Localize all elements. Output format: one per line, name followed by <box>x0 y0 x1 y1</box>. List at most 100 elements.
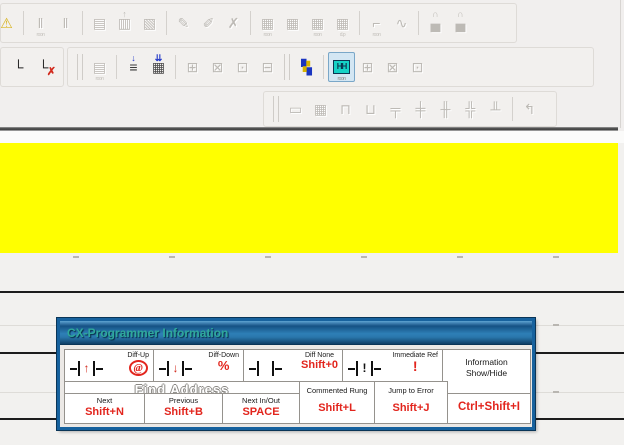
rung-merge-icon: ╬ <box>465 101 476 117</box>
dialog-title: CX-Programmer Information <box>67 325 229 340</box>
function-block-icon: ▭ <box>288 101 303 117</box>
step-trace-icon: ⌐ roon <box>372 15 381 38</box>
monitor-mode-icon: ▦ roon <box>260 15 275 38</box>
rung-insert-icon: ╫ <box>440 101 451 117</box>
rung-spacer-icon: ╨ <box>490 101 501 117</box>
cell-information-show-hide: Information Show/Hide <box>442 349 531 394</box>
toolbar-separator <box>250 11 251 35</box>
online-edit-icon: ✎ <box>177 15 190 31</box>
window-edge-line <box>620 0 621 128</box>
toolbar-grip[interactable] <box>273 96 279 122</box>
rung-split-icon: ╤ <box>390 101 401 117</box>
delete-vertical-line-icon[interactable]: └ ✗ <box>31 53 56 81</box>
toolbar-separator <box>323 55 324 79</box>
toolbar-separator <box>418 11 419 35</box>
cell-find-next: Next Shift+N <box>64 393 145 424</box>
connector-up-icon: ⊓ <box>340 101 351 117</box>
io-comment-icon: ▦ <box>313 101 328 117</box>
insert-symbol-icon: ⊟ <box>261 59 274 75</box>
cell-diff-none: Diff None Shift+0 <box>243 349 343 382</box>
toolbar-row-3: ▭ ▦ ⊓ ⊔ ╤ ╪ ╫ ╬ ╨ ↰ <box>263 90 624 128</box>
toolbar-separator <box>166 11 167 35</box>
diff-none-label: Diff None <box>304 352 335 359</box>
toolbar-separator <box>359 11 360 35</box>
cancel-online-edit-icon: ✗ <box>227 15 240 31</box>
toolbar-separator <box>82 11 83 35</box>
toolbar-separator <box>23 11 24 35</box>
toolbar-row-2: └ └ ✗ ▤ roon ≡ ↓ ▦ ⇊ ⊞ ⊠ ⊡ ⊟ ▚ ▞ HH roon ⊞ ⊠ ⊡ <box>0 46 624 88</box>
toolbar-ladder-lines-group: └ └ ✗ <box>0 47 64 87</box>
cell-immediate-ref: ! Immediate Ref ! <box>342 349 443 382</box>
contact-diff-none-symbol <box>249 361 282 376</box>
data-trace-icon: ▦ d.p <box>335 15 350 38</box>
find-previous-key: Shift+B <box>164 406 203 418</box>
dialog-titlebar[interactable]: CX-Programmer Information <box>60 321 532 345</box>
jump-to-error-key: Shift+J <box>392 402 430 414</box>
diff-up-label: Diff-Up <box>127 352 149 359</box>
information-show-hide-label: Information Show/Hide <box>465 357 508 379</box>
grid-tick <box>457 256 463 258</box>
toolbar-online-group: ⚠ ‖ roon ‖ ▤ ▥ ↑ ▧ ✎ ✐ ✗ ▦ roon ▦ ▦ roon ▦ d.p ⌐ roon ∿ ▄ ∩ ▄ ∩ <box>0 3 517 43</box>
grid-tick <box>265 256 271 258</box>
toolbar-separator <box>175 55 176 79</box>
warning-partial-icon[interactable]: ⚠ <box>0 9 19 37</box>
grid-tick <box>553 391 559 393</box>
rung-line <box>0 291 624 293</box>
cell-diff-up: ↑ Diff-Up @ <box>64 349 154 382</box>
cell-jump-to-error: Jump to Error Shift+J <box>374 381 448 424</box>
transfer-from-plc-icon: ▥ ↑ <box>117 9 132 31</box>
grid-tick <box>73 256 79 258</box>
selected-rung-highlight[interactable] <box>0 143 618 253</box>
transfer-to-plc-icon: ▤ <box>92 15 107 31</box>
release-password-icon: ▄ ∩ <box>455 9 466 31</box>
diff-none-key: Shift+0 <box>301 359 338 371</box>
diff-down-key: % <box>217 358 230 373</box>
download-options-icon[interactable]: ≡ ↓ <box>121 53 146 81</box>
cell-find-previous: Previous Shift+B <box>144 393 223 424</box>
find-next-label: Next <box>96 396 113 405</box>
set-password-icon: ▄ ∩ <box>430 9 441 31</box>
find-next-in-out-key: SPACE <box>242 406 280 418</box>
toolbar-symbols-group: ▤ roon ≡ ↓ ▦ ⇊ ⊞ ⊠ ⊡ ⊟ ▚ ▞ HH roon ⊞ ⊠ ⊡ <box>67 47 594 87</box>
shortcut-table: ↑ Diff-Up @ ↓ Diff-Down % Diff None Shif… <box>64 349 531 424</box>
delete-symbol-icon: ⊠ <box>211 59 224 75</box>
toolbar-grip[interactable] <box>77 54 83 80</box>
edit-rung-properties-icon: ⊞ <box>361 59 374 75</box>
pause-monitoring-icon: ‖ roon <box>36 15 45 38</box>
cell-find-next-in-out: Next In/Out SPACE <box>222 393 300 424</box>
grid-tick <box>361 256 367 258</box>
watch-window-icon[interactable]: ▚ ▞ <box>294 53 319 81</box>
find-next-key: Shift+N <box>85 406 124 418</box>
toolbar-separator <box>512 97 513 121</box>
compare-with-plc-icon: ▧ <box>142 15 157 31</box>
import-io-table-icon[interactable]: ▦ ⇊ <box>146 53 171 81</box>
find-next-in-out-label: Next In/Out <box>242 396 280 405</box>
cross-reference-icon: ⊠ <box>386 59 399 75</box>
contact-immediate-ref-symbol: ! <box>348 361 381 376</box>
time-chart-monitor-icon: ∿ <box>395 15 408 31</box>
pause-icon: ‖ <box>62 15 69 31</box>
edit-symbol-icon: ⊞ <box>186 59 199 75</box>
monitor-window-icon[interactable]: HH roon <box>328 52 355 82</box>
toolbar-grip[interactable] <box>284 54 290 80</box>
return-branch-icon: ↰ <box>523 101 536 117</box>
immediate-ref-key: ! <box>412 358 418 374</box>
works-online-icon: ▤ roon <box>92 59 107 82</box>
toolbar-row-1: ⚠ ‖ roon ‖ ▤ ▥ ↑ ▧ ✎ ✐ ✗ ▦ roon ▦ ▦ roon ▦ d.p ⌐ roon ∿ ▄ ∩ ▄ ∩ <box>0 2 624 44</box>
grid-tick <box>169 256 175 258</box>
information-key: Ctrl+Shift+I <box>458 401 520 413</box>
jump-to-error-label: Jump to Error <box>388 386 434 395</box>
grid-tick <box>553 256 559 258</box>
editor-top-strip <box>0 131 624 143</box>
toolbar-rung-group: ▭ ▦ ⊓ ⊔ ╤ ╪ ╫ ╬ ╨ ↰ <box>263 91 557 127</box>
cx-programmer-information-dialog: CX-Programmer Information ↑ Diff-Up @ ↓ … <box>56 317 536 431</box>
cell-diff-down: ↓ Diff-Down % <box>153 349 244 382</box>
draw-vertical-line-icon[interactable]: └ <box>6 53 31 81</box>
cell-information-key: Ctrl+Shift+I <box>447 393 531 424</box>
connector-down-icon: ⊔ <box>365 101 376 117</box>
rung-join-icon: ╪ <box>415 101 426 117</box>
find-previous-label: Previous <box>168 396 199 405</box>
toolbar-separator <box>116 55 117 79</box>
grid-tick <box>553 324 559 326</box>
diff-up-key: @ <box>128 360 148 377</box>
